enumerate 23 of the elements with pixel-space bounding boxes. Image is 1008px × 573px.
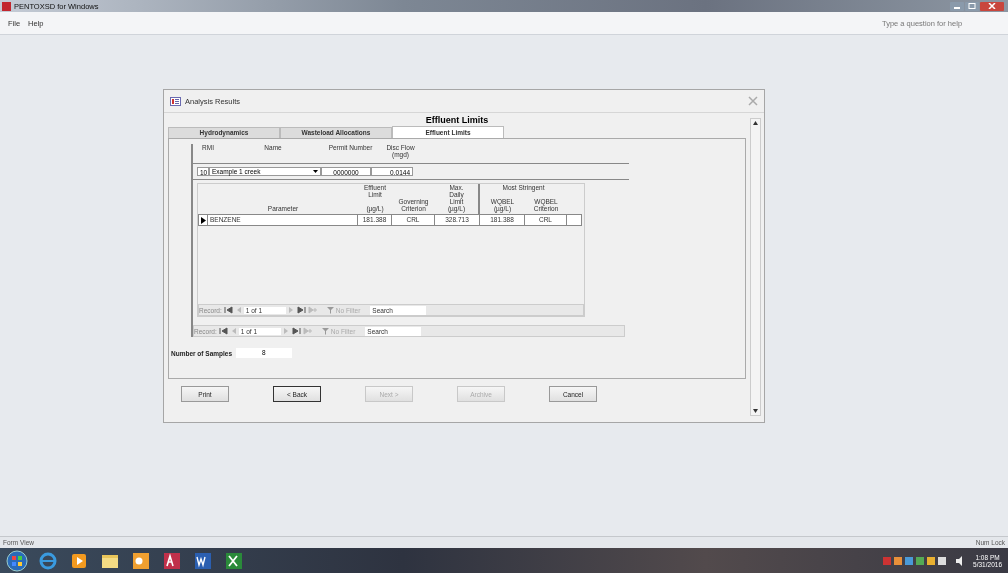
scroll-up-icon[interactable] xyxy=(751,119,760,127)
start-button[interactable] xyxy=(6,549,28,572)
minimize-button[interactable] xyxy=(950,1,964,11)
filter-icon xyxy=(321,327,329,335)
filter-icon xyxy=(326,306,334,314)
first-record-icon[interactable] xyxy=(218,327,228,335)
scrollbar[interactable] xyxy=(750,118,761,416)
form-heading: Effluent Limits xyxy=(424,115,490,127)
last-record-icon[interactable] xyxy=(296,306,306,314)
dropdown-arrow-icon xyxy=(311,167,320,176)
table-cell xyxy=(567,214,582,226)
first-record-icon[interactable] xyxy=(223,306,233,314)
close-button[interactable] xyxy=(980,1,1004,11)
close-icon xyxy=(988,3,996,9)
maximize-button[interactable] xyxy=(965,1,979,11)
app-icon xyxy=(2,1,11,11)
scroll-down-icon[interactable] xyxy=(751,407,760,415)
form-icon xyxy=(170,96,181,106)
speaker-icon[interactable] xyxy=(956,555,965,566)
tray-icons[interactable] xyxy=(883,555,948,566)
maximize-icon xyxy=(968,3,976,9)
record-selector[interactable] xyxy=(198,214,208,226)
last-record-icon[interactable] xyxy=(291,327,301,335)
